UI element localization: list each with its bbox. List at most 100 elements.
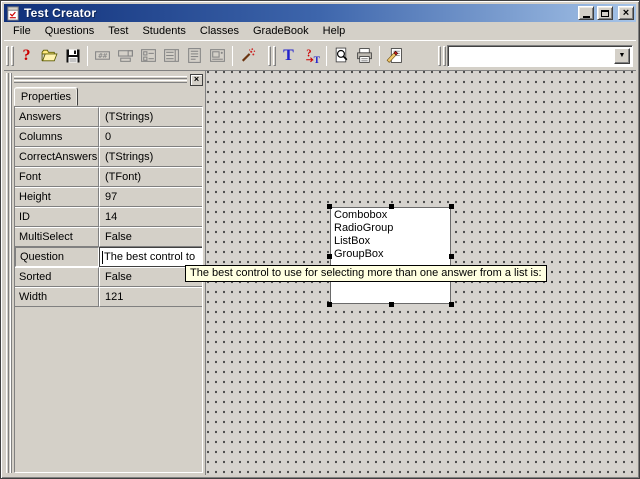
titlebar[interactable]: Test Creator × [4,4,636,22]
tab-properties[interactable]: Properties [14,87,78,106]
property-row-font: Font (TFont) [15,167,202,187]
text-caret [102,251,103,264]
toolbar-separator [326,46,327,66]
question-tooltip: The best control to use for selecting mo… [185,265,547,282]
property-name[interactable]: ID [15,207,99,227]
question-select-combobox[interactable]: ▼ [447,45,633,67]
combobox-dropdown-button[interactable]: ▼ [614,48,630,64]
panel-drag-grip[interactable] [14,76,187,83]
menu-item-questions[interactable]: Questions [38,23,102,40]
open-folder-icon [41,47,58,64]
property-value[interactable]: (TStrings) [99,107,202,127]
property-value[interactable]: 0 [99,127,202,147]
toolbar-grip[interactable] [6,46,9,66]
resize-handle-top-left[interactable] [327,204,332,209]
property-name[interactable]: Width [15,287,99,307]
property-row-correctanswers: CorrectAnswers (TStrings) [15,147,202,167]
property-value[interactable]: 14 [99,207,202,227]
toolbar-separator [232,46,233,66]
dock-vertical-grip[interactable] [4,71,13,475]
save-icon [65,48,81,64]
resize-handle-top-right[interactable] [449,204,454,209]
menu-item-test[interactable]: Test [101,23,135,40]
resize-handle-top-center[interactable] [389,204,394,209]
checklist-icon [140,47,157,64]
svg-text:##: ## [98,51,107,60]
print-button[interactable] [353,45,376,67]
property-name[interactable]: CorrectAnswers [15,147,99,167]
app-window: Test Creator × File Questions Test Stude… [0,0,640,479]
question-value-editor[interactable]: The best control to [99,247,202,267]
property-name[interactable]: Columns [15,127,99,147]
chevron-down-icon: ▼ [619,52,626,59]
grade-test-button[interactable] [383,45,406,67]
listbox-item[interactable]: ListBox [334,235,450,248]
maximize-button[interactable] [597,6,613,20]
combobox-value[interactable] [451,49,614,63]
answers-listbox-control[interactable]: Combobox RadioGroup ListBox GroupBox [330,207,451,304]
listbox-item[interactable]: RadioGroup [334,222,450,235]
property-value[interactable]: 97 [99,187,202,207]
toolbar-grip[interactable] [438,46,441,66]
font-icon: T [283,47,294,65]
property-row-columns: Columns 0 [15,127,202,147]
toolbar-grip[interactable] [273,46,276,66]
memo-field-button-disabled [183,45,206,67]
properties-dock: × Properties Answers (TStrings) Columns … [4,71,205,475]
listbox-field-icon [163,47,180,64]
property-value[interactable]: (TFont) [99,167,202,187]
menu-item-classes[interactable]: Classes [193,23,246,40]
font-button[interactable]: T [277,45,300,67]
menu-item-gradebook[interactable]: GradeBook [246,23,316,40]
property-name[interactable]: Height [15,187,99,207]
property-value[interactable]: (TStrings) [99,147,202,167]
menu-item-help[interactable]: Help [316,23,353,40]
minimize-button[interactable] [578,6,594,20]
property-value[interactable]: 121 [99,287,202,307]
toolbar-grip[interactable] [268,46,271,66]
selected-control-frame: Combobox RadioGroup ListBox GroupBox [330,207,451,304]
grade-test-icon [386,47,403,64]
toolbar-separator [87,46,88,66]
close-icon: × [623,8,629,18]
listbox-item[interactable]: Combobox [334,209,450,222]
resize-handle-middle-right[interactable] [449,254,454,259]
help-button[interactable]: ? [15,45,38,67]
print-preview-icon [333,47,350,64]
help-icon: ? [23,47,31,65]
property-name[interactable]: MultiSelect [15,227,99,247]
panel-header: × [14,73,203,86]
property-name[interactable]: Font [15,167,99,187]
property-name[interactable]: Sorted [15,267,99,287]
memo-field-icon [186,47,203,64]
print-icon [356,47,373,64]
close-icon: × [194,74,199,84]
resize-handle-bottom-center[interactable] [389,302,394,307]
property-value[interactable]: False [99,227,202,247]
maximize-icon [601,10,609,17]
toolbar: ? ## [4,40,636,71]
listbox-item[interactable]: GroupBox [334,248,450,261]
print-preview-button[interactable] [330,45,353,67]
resize-handle-bottom-left[interactable] [327,302,332,307]
property-row-question-selected: Question The best control to [15,247,202,267]
add-question-icon: ? T [303,47,320,64]
open-button[interactable] [38,45,61,67]
add-question-button[interactable]: ? T [300,45,323,67]
property-row-sorted: Sorted False [15,267,202,287]
properties-panel: × Properties Answers (TStrings) Columns … [13,71,205,475]
close-button[interactable]: × [618,6,634,20]
toolbar-band-test: T ? T [267,43,406,69]
property-name[interactable]: Answers [15,107,99,127]
combo-field-icon [117,47,134,64]
toolbar-grip[interactable] [443,46,446,66]
resize-handle-middle-left[interactable] [327,254,332,259]
toolbar-grip[interactable] [11,46,14,66]
resize-handle-bottom-right[interactable] [449,302,454,307]
property-name[interactable]: Question [15,247,99,267]
menu-item-file[interactable]: File [6,23,38,40]
wizard-button[interactable] [236,45,259,67]
menu-item-students[interactable]: Students [135,23,192,40]
save-button[interactable] [61,45,84,67]
panel-close-button[interactable]: × [190,74,203,86]
